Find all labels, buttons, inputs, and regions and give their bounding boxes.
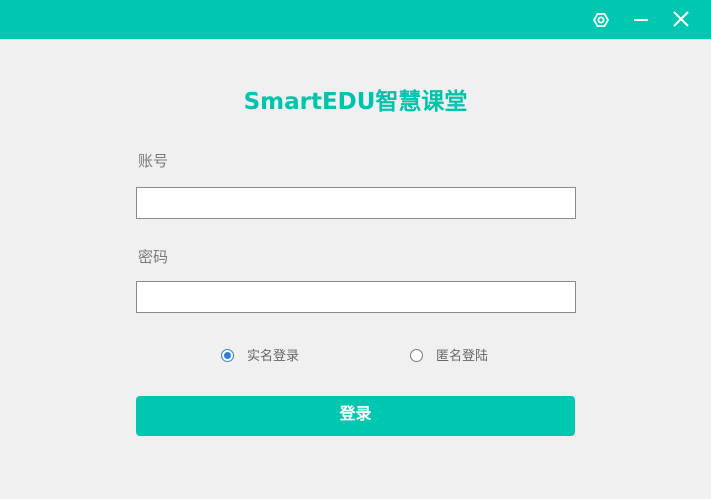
realname-login-label: 实名登录	[247, 349, 300, 364]
radio-dot	[224, 352, 231, 359]
account-label: 账号	[138, 152, 169, 170]
title-bar	[0, 0, 711, 39]
close-icon[interactable]	[667, 6, 695, 34]
login-button[interactable]: 登录	[136, 396, 575, 436]
radio-unselected-icon[interactable]	[410, 349, 423, 362]
password-input[interactable]	[136, 281, 576, 313]
radio-selected-icon[interactable]	[221, 349, 234, 362]
account-input[interactable]	[136, 187, 576, 219]
settings-icon[interactable]	[587, 6, 615, 34]
anonymous-login-label: 匿名登陆	[436, 349, 489, 364]
minimize-icon[interactable]	[627, 6, 655, 34]
password-label: 密码	[138, 248, 169, 266]
app-title: SmartEDU智慧课堂	[243, 89, 468, 115]
